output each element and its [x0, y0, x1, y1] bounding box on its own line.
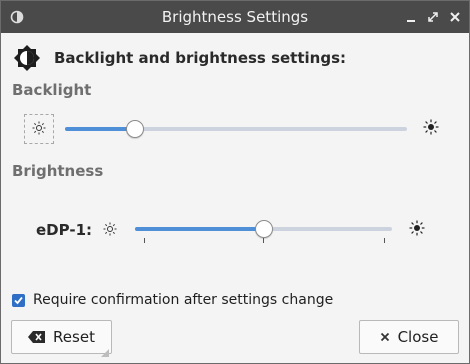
brightness-slider-handle[interactable] — [254, 220, 273, 238]
brightness-section-title: Brightness — [12, 162, 104, 180]
minimize-icon[interactable] — [402, 8, 420, 26]
output-label-edp1: eDP-1: — [36, 221, 93, 239]
brightness-slider-edp1[interactable] — [135, 219, 392, 239]
confirmation-label: Require confirmation after settings chan… — [33, 292, 334, 308]
backlight-section-title: Backlight — [12, 81, 92, 99]
sun-bright-icon — [423, 119, 439, 139]
brightness-min-button[interactable] — [95, 215, 125, 245]
title-bar[interactable]: Brightness Settings — [1, 1, 469, 33]
checkmark-icon — [14, 296, 23, 304]
window-title: Brightness Settings — [161, 8, 309, 26]
dialog-header: Backlight and brightness settings: — [13, 44, 346, 72]
dialog-content: Backlight and brightness settings: Backl… — [1, 34, 469, 363]
close-icon[interactable] — [446, 8, 464, 26]
dialog-heading: Backlight and brightness settings: — [54, 49, 346, 67]
backlight-slider[interactable] — [65, 119, 407, 139]
backspace-icon — [28, 331, 46, 343]
sun-dim-icon — [103, 221, 117, 240]
close-button[interactable]: Close — [359, 320, 459, 354]
reset-button[interactable]: Reset — [11, 320, 112, 357]
backlight-min-button[interactable] — [24, 114, 54, 144]
confirmation-checkbox-row[interactable]: Require confirmation after settings chan… — [12, 290, 333, 310]
backlight-max-button[interactable] — [416, 114, 446, 144]
brightness-max-button[interactable] — [402, 215, 432, 245]
close-x-icon — [380, 332, 390, 342]
slider-tick — [144, 238, 145, 243]
confirmation-checkbox[interactable] — [12, 293, 25, 307]
slider-tick — [384, 238, 385, 243]
slider-tick — [263, 238, 264, 243]
maximize-icon[interactable] — [424, 8, 442, 26]
brightness-slider-ticks — [135, 238, 392, 243]
resize-grip-icon — [101, 343, 109, 357]
brightness-icon — [13, 44, 41, 72]
brightness-slider-fill — [135, 227, 264, 231]
backlight-slider-handle[interactable] — [126, 120, 145, 138]
reset-button-label: Reset — [53, 328, 95, 346]
sun-bright-icon — [409, 220, 425, 240]
sun-dim-icon — [32, 120, 46, 139]
close-button-label: Close — [397, 328, 439, 346]
backlight-slider-fill — [65, 127, 136, 131]
brightness-settings-window: Brightness Settings Backlight and bright… — [0, 0, 470, 364]
